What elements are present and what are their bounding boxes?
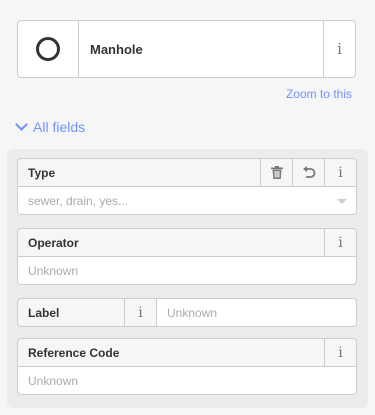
combo-caret-icon[interactable] xyxy=(337,199,347,204)
operator-placeholder: Unknown xyxy=(28,263,79,278)
info-icon: i xyxy=(338,164,343,181)
field-operator: Operator i Unknown xyxy=(17,228,357,285)
preset-header[interactable]: Manhole i xyxy=(17,20,356,78)
field-type-label: Type xyxy=(28,165,56,180)
preset-name[interactable]: Manhole xyxy=(79,21,323,77)
field-reference-code-header: Reference Code i xyxy=(17,338,357,366)
circle-outline-icon xyxy=(36,37,60,61)
preset-icon-box xyxy=(18,21,79,77)
field-type-header: Type i xyxy=(17,158,357,186)
all-fields-label: All fields xyxy=(33,119,86,135)
field-type-info-button[interactable]: i xyxy=(324,159,356,186)
type-combo-input[interactable]: sewer, drain, yes... xyxy=(17,186,357,215)
preset-info-button[interactable]: i xyxy=(323,21,355,77)
reference-code-input[interactable]: Unknown xyxy=(17,366,357,395)
field-label-header: Label i xyxy=(17,298,156,327)
field-operator-label: Operator xyxy=(28,235,79,250)
info-icon: i xyxy=(338,234,343,251)
chevron-down-icon xyxy=(15,118,28,131)
info-icon: i xyxy=(338,344,343,361)
label-placeholder: Unknown xyxy=(167,305,218,320)
trash-icon xyxy=(270,166,283,179)
field-type: Type i sewer, drain, yes... xyxy=(17,158,357,215)
delete-button[interactable] xyxy=(260,159,292,186)
label-input[interactable]: Unknown xyxy=(156,298,357,327)
field-operator-info-button[interactable]: i xyxy=(324,229,356,256)
field-label-row: Label i Unknown xyxy=(17,298,357,327)
field-operator-header: Operator i xyxy=(17,228,357,256)
field-label: Label i Unknown xyxy=(17,298,357,327)
undo-button[interactable] xyxy=(292,159,324,186)
info-icon: i xyxy=(138,304,143,321)
field-reference-code: Reference Code i Unknown xyxy=(17,338,357,395)
reference-code-placeholder: Unknown xyxy=(28,373,79,388)
zoom-to-link[interactable]: Zoom to this xyxy=(286,87,352,101)
field-reference-code-label: Reference Code xyxy=(28,345,120,360)
type-placeholder: sewer, drain, yes... xyxy=(28,193,129,208)
field-reference-code-info-button[interactable]: i xyxy=(324,339,356,366)
all-fields-toggle[interactable]: All fields xyxy=(15,118,86,135)
operator-input[interactable]: Unknown xyxy=(17,256,357,285)
field-label-label: Label xyxy=(28,305,60,320)
fields-panel: Type i sewer, drain, yes... Operator i U… xyxy=(7,149,368,408)
info-icon: i xyxy=(337,40,342,58)
undo-icon xyxy=(302,165,315,178)
field-label-info-button[interactable]: i xyxy=(124,299,156,326)
